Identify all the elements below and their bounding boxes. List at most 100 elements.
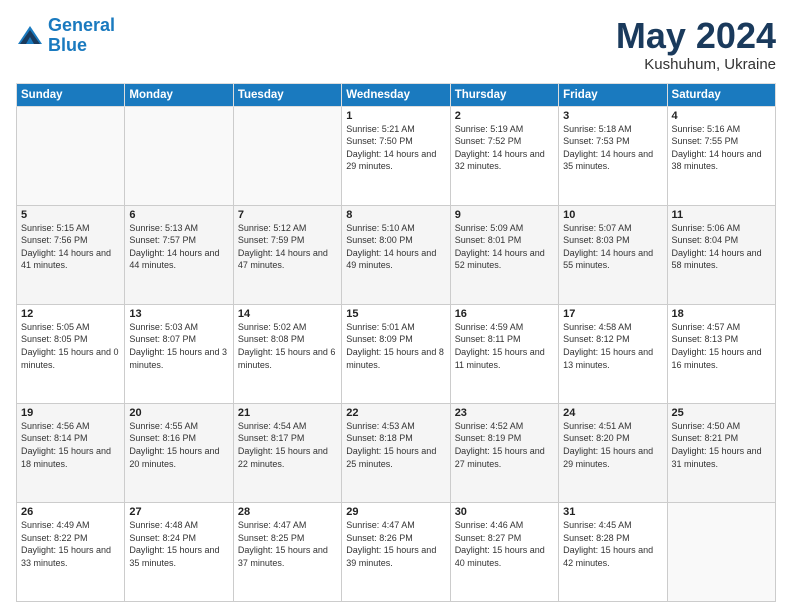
calendar-cell: 12Sunrise: 5:05 AMSunset: 8:05 PMDayligh…: [17, 304, 125, 403]
day-number: 27: [129, 506, 228, 518]
calendar-week-0: 1Sunrise: 5:21 AMSunset: 7:50 PMDaylight…: [17, 106, 776, 205]
calendar-week-3: 19Sunrise: 4:56 AMSunset: 8:14 PMDayligh…: [17, 403, 776, 502]
day-number: 24: [563, 407, 662, 419]
logo-icon: [16, 22, 44, 50]
day-number: 29: [346, 506, 445, 518]
calendar-cell: 7Sunrise: 5:12 AMSunset: 7:59 PMDaylight…: [233, 205, 341, 304]
col-tuesday: Tuesday: [233, 83, 341, 106]
day-info: Sunrise: 4:47 AMSunset: 8:25 PMDaylight:…: [238, 519, 337, 569]
logo-line2: Blue: [48, 35, 87, 55]
day-number: 13: [129, 308, 228, 320]
calendar-cell: [125, 106, 233, 205]
calendar-cell: 10Sunrise: 5:07 AMSunset: 8:03 PMDayligh…: [559, 205, 667, 304]
day-info: Sunrise: 5:05 AMSunset: 8:05 PMDaylight:…: [21, 321, 120, 371]
title-block: May 2024 Kushuhum, Ukraine: [616, 16, 776, 73]
day-number: 9: [455, 209, 554, 221]
day-number: 19: [21, 407, 120, 419]
day-number: 17: [563, 308, 662, 320]
day-info: Sunrise: 4:57 AMSunset: 8:13 PMDaylight:…: [672, 321, 771, 371]
day-info: Sunrise: 4:51 AMSunset: 8:20 PMDaylight:…: [563, 420, 662, 470]
page: General Blue May 2024 Kushuhum, Ukraine …: [0, 0, 792, 612]
day-info: Sunrise: 5:10 AMSunset: 8:00 PMDaylight:…: [346, 222, 445, 272]
day-info: Sunrise: 4:52 AMSunset: 8:19 PMDaylight:…: [455, 420, 554, 470]
day-info: Sunrise: 5:09 AMSunset: 8:01 PMDaylight:…: [455, 222, 554, 272]
day-info: Sunrise: 5:21 AMSunset: 7:50 PMDaylight:…: [346, 123, 445, 173]
calendar-cell: 24Sunrise: 4:51 AMSunset: 8:20 PMDayligh…: [559, 403, 667, 502]
day-number: 25: [672, 407, 771, 419]
calendar-cell: 23Sunrise: 4:52 AMSunset: 8:19 PMDayligh…: [450, 403, 558, 502]
calendar-cell: 3Sunrise: 5:18 AMSunset: 7:53 PMDaylight…: [559, 106, 667, 205]
day-number: 22: [346, 407, 445, 419]
day-number: 6: [129, 209, 228, 221]
calendar-cell: [233, 106, 341, 205]
day-info: Sunrise: 4:46 AMSunset: 8:27 PMDaylight:…: [455, 519, 554, 569]
month-title: May 2024: [616, 16, 776, 56]
logo-line1: General: [48, 15, 115, 35]
calendar-cell: [17, 106, 125, 205]
day-info: Sunrise: 4:48 AMSunset: 8:24 PMDaylight:…: [129, 519, 228, 569]
col-sunday: Sunday: [17, 83, 125, 106]
calendar-cell: 20Sunrise: 4:55 AMSunset: 8:16 PMDayligh…: [125, 403, 233, 502]
calendar-cell: 21Sunrise: 4:54 AMSunset: 8:17 PMDayligh…: [233, 403, 341, 502]
day-number: 4: [672, 110, 771, 122]
day-info: Sunrise: 4:55 AMSunset: 8:16 PMDaylight:…: [129, 420, 228, 470]
calendar-week-4: 26Sunrise: 4:49 AMSunset: 8:22 PMDayligh…: [17, 502, 776, 601]
calendar-cell: 28Sunrise: 4:47 AMSunset: 8:25 PMDayligh…: [233, 502, 341, 601]
day-number: 1: [346, 110, 445, 122]
calendar-cell: 19Sunrise: 4:56 AMSunset: 8:14 PMDayligh…: [17, 403, 125, 502]
logo-text: General Blue: [48, 16, 115, 56]
day-info: Sunrise: 5:18 AMSunset: 7:53 PMDaylight:…: [563, 123, 662, 173]
calendar-cell: 9Sunrise: 5:09 AMSunset: 8:01 PMDaylight…: [450, 205, 558, 304]
calendar-cell: 18Sunrise: 4:57 AMSunset: 8:13 PMDayligh…: [667, 304, 775, 403]
calendar-cell: 13Sunrise: 5:03 AMSunset: 8:07 PMDayligh…: [125, 304, 233, 403]
day-number: 5: [21, 209, 120, 221]
calendar-cell: 1Sunrise: 5:21 AMSunset: 7:50 PMDaylight…: [342, 106, 450, 205]
day-info: Sunrise: 4:56 AMSunset: 8:14 PMDaylight:…: [21, 420, 120, 470]
day-number: 16: [455, 308, 554, 320]
calendar-cell: 11Sunrise: 5:06 AMSunset: 8:04 PMDayligh…: [667, 205, 775, 304]
calendar-cell: 29Sunrise: 4:47 AMSunset: 8:26 PMDayligh…: [342, 502, 450, 601]
day-info: Sunrise: 4:45 AMSunset: 8:28 PMDaylight:…: [563, 519, 662, 569]
calendar-cell: 30Sunrise: 4:46 AMSunset: 8:27 PMDayligh…: [450, 502, 558, 601]
calendar-cell: [667, 502, 775, 601]
calendar-cell: 8Sunrise: 5:10 AMSunset: 8:00 PMDaylight…: [342, 205, 450, 304]
col-friday: Friday: [559, 83, 667, 106]
day-number: 11: [672, 209, 771, 221]
day-number: 18: [672, 308, 771, 320]
day-number: 15: [346, 308, 445, 320]
day-info: Sunrise: 5:03 AMSunset: 8:07 PMDaylight:…: [129, 321, 228, 371]
day-info: Sunrise: 4:50 AMSunset: 8:21 PMDaylight:…: [672, 420, 771, 470]
location: Kushuhum, Ukraine: [616, 56, 776, 73]
calendar-cell: 6Sunrise: 5:13 AMSunset: 7:57 PMDaylight…: [125, 205, 233, 304]
day-number: 2: [455, 110, 554, 122]
day-info: Sunrise: 5:07 AMSunset: 8:03 PMDaylight:…: [563, 222, 662, 272]
calendar-cell: 4Sunrise: 5:16 AMSunset: 7:55 PMDaylight…: [667, 106, 775, 205]
calendar-cell: 5Sunrise: 5:15 AMSunset: 7:56 PMDaylight…: [17, 205, 125, 304]
day-info: Sunrise: 5:19 AMSunset: 7:52 PMDaylight:…: [455, 123, 554, 173]
header: General Blue May 2024 Kushuhum, Ukraine: [16, 16, 776, 73]
day-number: 8: [346, 209, 445, 221]
day-info: Sunrise: 5:12 AMSunset: 7:59 PMDaylight:…: [238, 222, 337, 272]
day-number: 14: [238, 308, 337, 320]
calendar-cell: 27Sunrise: 4:48 AMSunset: 8:24 PMDayligh…: [125, 502, 233, 601]
col-thursday: Thursday: [450, 83, 558, 106]
calendar-cell: 25Sunrise: 4:50 AMSunset: 8:21 PMDayligh…: [667, 403, 775, 502]
day-number: 26: [21, 506, 120, 518]
day-info: Sunrise: 4:58 AMSunset: 8:12 PMDaylight:…: [563, 321, 662, 371]
calendar-cell: 31Sunrise: 4:45 AMSunset: 8:28 PMDayligh…: [559, 502, 667, 601]
day-info: Sunrise: 4:59 AMSunset: 8:11 PMDaylight:…: [455, 321, 554, 371]
day-number: 28: [238, 506, 337, 518]
calendar-cell: 14Sunrise: 5:02 AMSunset: 8:08 PMDayligh…: [233, 304, 341, 403]
calendar-cell: 16Sunrise: 4:59 AMSunset: 8:11 PMDayligh…: [450, 304, 558, 403]
day-number: 31: [563, 506, 662, 518]
calendar-cell: 15Sunrise: 5:01 AMSunset: 8:09 PMDayligh…: [342, 304, 450, 403]
day-number: 10: [563, 209, 662, 221]
col-monday: Monday: [125, 83, 233, 106]
day-info: Sunrise: 4:53 AMSunset: 8:18 PMDaylight:…: [346, 420, 445, 470]
day-info: Sunrise: 5:01 AMSunset: 8:09 PMDaylight:…: [346, 321, 445, 371]
day-number: 12: [21, 308, 120, 320]
calendar-cell: 26Sunrise: 4:49 AMSunset: 8:22 PMDayligh…: [17, 502, 125, 601]
calendar-cell: 17Sunrise: 4:58 AMSunset: 8:12 PMDayligh…: [559, 304, 667, 403]
day-number: 21: [238, 407, 337, 419]
day-info: Sunrise: 4:54 AMSunset: 8:17 PMDaylight:…: [238, 420, 337, 470]
